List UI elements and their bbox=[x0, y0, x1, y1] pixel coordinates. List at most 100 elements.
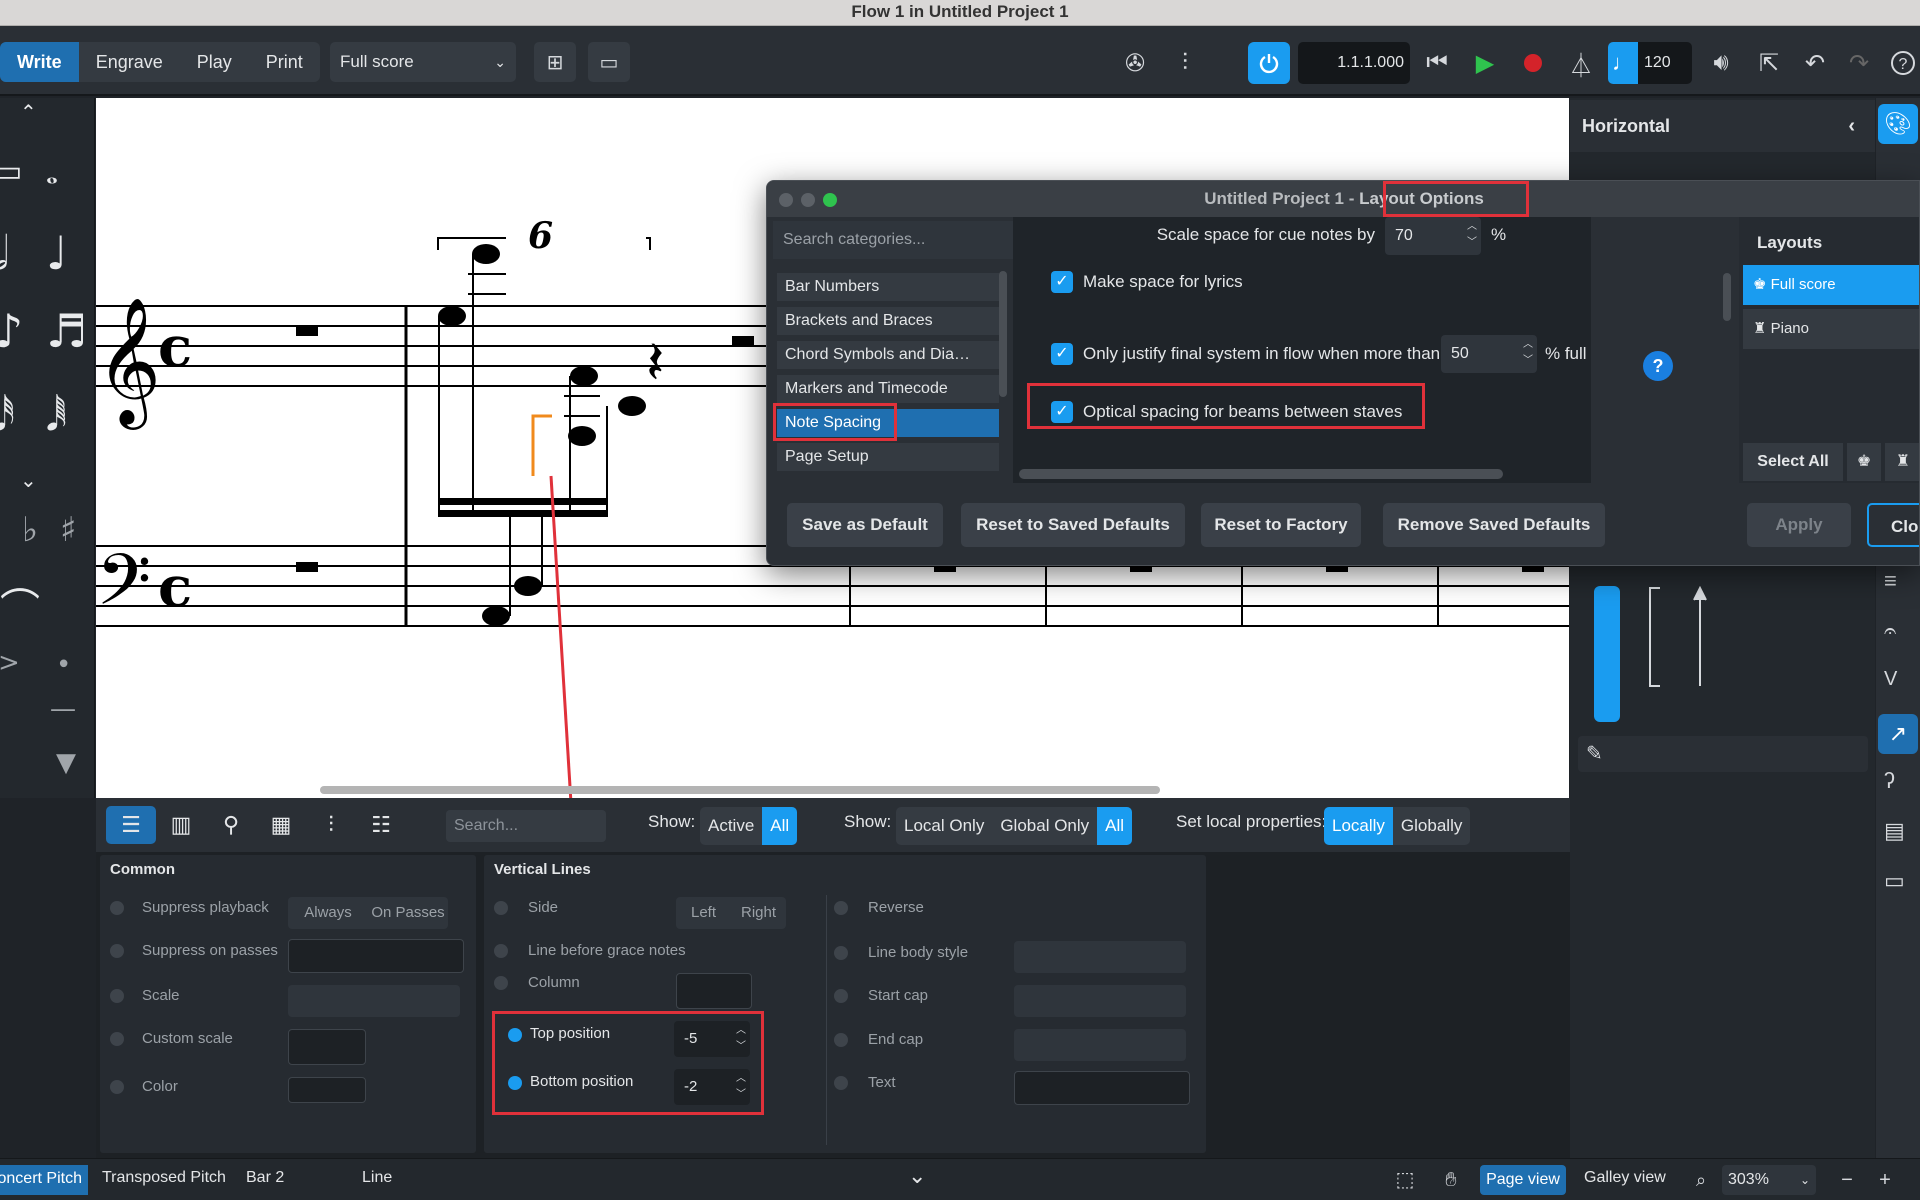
list-icon[interactable]: ☰ bbox=[106, 806, 156, 844]
speaker-icon[interactable]: 🔊︎ bbox=[1704, 46, 1738, 80]
end-cap-field[interactable] bbox=[1014, 1029, 1186, 1061]
sixtyfourth-note-icon[interactable]: 𝅘𝅥𝅱 bbox=[46, 394, 67, 440]
line-body-style-field[interactable] bbox=[1014, 941, 1186, 973]
apply-button[interactable]: Apply bbox=[1747, 503, 1851, 547]
thirtysecond-note-icon[interactable]: 𝅘𝅥𝅰 bbox=[0, 394, 15, 440]
galley-view-button[interactable]: Galley view bbox=[1584, 1169, 1666, 1187]
new-layout-icon[interactable]: ⊞ bbox=[534, 42, 576, 82]
custom-scale-field[interactable] bbox=[288, 1029, 366, 1065]
breve-icon[interactable]: ▭ bbox=[0, 154, 22, 189]
toggle-column[interactable] bbox=[494, 976, 508, 990]
half-note-icon[interactable]: 𝅗𝅥 bbox=[0, 226, 9, 282]
flat-icon[interactable]: ♭ bbox=[22, 510, 38, 550]
metronome-icon[interactable]: ⏃ bbox=[1564, 46, 1598, 80]
record-icon[interactable] bbox=[1516, 46, 1550, 80]
hand-tool-icon[interactable]: ✋︎ bbox=[1434, 1165, 1468, 1195]
sixteenth-note-icon[interactable]: ♬ bbox=[46, 304, 87, 358]
list-icon[interactable]: ≡ bbox=[1884, 568, 1897, 594]
grid-icon[interactable]: ▦ bbox=[256, 806, 306, 844]
text-field[interactable] bbox=[1014, 1071, 1190, 1105]
category-page-setup[interactable]: Page Setup bbox=[777, 443, 999, 471]
chevron-down-icon[interactable]: ⌄ bbox=[908, 1163, 926, 1189]
show-all[interactable]: All bbox=[762, 807, 798, 845]
cue-space-input[interactable]: 70 ︿ ﹀ bbox=[1385, 217, 1481, 255]
accent-icon[interactable]: > bbox=[0, 648, 20, 678]
line-tool-icon[interactable]: ↗ bbox=[1878, 714, 1918, 754]
toggle-line-body-style[interactable] bbox=[834, 946, 848, 960]
fermata-icon[interactable]: 𝄐 bbox=[1884, 618, 1896, 644]
selection-tool-icon[interactable]: ⬚ bbox=[1388, 1165, 1422, 1195]
zoom-in-button[interactable]: + bbox=[1868, 1165, 1902, 1195]
slur-icon[interactable]: ⌒ bbox=[0, 576, 40, 634]
passes-field[interactable] bbox=[288, 939, 464, 973]
layout-select[interactable]: Full score ⌄ bbox=[330, 42, 516, 82]
page-view-button[interactable]: Page view bbox=[1480, 1165, 1566, 1195]
vertical-slider[interactable] bbox=[1594, 586, 1620, 722]
layout-item-full-score[interactable]: ♚ Full score bbox=[1743, 265, 1919, 305]
rewind-icon[interactable]: ⏮ bbox=[1420, 46, 1454, 80]
justify-checkbox[interactable]: ✓ bbox=[1051, 343, 1073, 365]
show-all-scope[interactable]: All bbox=[1097, 807, 1133, 845]
category-bar-numbers[interactable]: Bar Numbers bbox=[777, 273, 999, 301]
justify-input[interactable]: 50 ︿ ﹀ bbox=[1441, 335, 1537, 373]
export-icon[interactable]: ⇱ bbox=[1752, 46, 1786, 80]
save-as-default-button[interactable]: Save as Default bbox=[787, 503, 943, 547]
palette-icon[interactable]: 🎨︎ bbox=[1878, 104, 1918, 144]
close-window-icon[interactable] bbox=[779, 193, 793, 207]
chevron-left-icon[interactable]: ‹ bbox=[1848, 100, 1855, 152]
category-scrollbar[interactable] bbox=[999, 271, 1007, 397]
tenuto-icon[interactable]: — bbox=[50, 694, 76, 724]
help-icon[interactable]: ? bbox=[1643, 351, 1673, 381]
sharp-icon[interactable]: ♯ bbox=[60, 510, 76, 550]
zoom-out-button[interactable]: − bbox=[1830, 1165, 1864, 1195]
remove-saved-defaults-button[interactable]: Remove Saved Defaults bbox=[1383, 503, 1605, 547]
guitar-icon[interactable]: ⚲ bbox=[206, 806, 256, 844]
key-editor-icon[interactable]: ☷ bbox=[356, 806, 406, 844]
category-markers[interactable]: Markers and Timecode bbox=[777, 375, 999, 403]
toggle-end-cap[interactable] bbox=[834, 1033, 848, 1047]
show-active[interactable]: Active bbox=[700, 807, 762, 845]
ear-icon[interactable]: ʔ bbox=[1884, 768, 1895, 794]
option-always[interactable]: Always bbox=[288, 897, 368, 929]
eighth-note-icon[interactable]: ♪ bbox=[0, 304, 23, 358]
column-field[interactable] bbox=[676, 973, 752, 1009]
maximize-window-icon[interactable] bbox=[823, 193, 837, 207]
toggle-text[interactable] bbox=[834, 1076, 848, 1090]
select-all-button[interactable]: Select All bbox=[1743, 443, 1843, 481]
lyrics-checkbox[interactable]: ✓ bbox=[1051, 271, 1073, 293]
category-search-input[interactable]: Search categories... bbox=[773, 221, 1013, 259]
staccatissimo-icon[interactable]: ▼ bbox=[56, 748, 76, 778]
redo-icon[interactable]: ↷ bbox=[1842, 46, 1876, 80]
set-globally[interactable]: Globally bbox=[1393, 807, 1470, 845]
zoom-select[interactable]: 303% ⌄ bbox=[1722, 1165, 1816, 1195]
properties-search-input[interactable]: Search... bbox=[446, 810, 606, 842]
bowing-icon[interactable]: V bbox=[1884, 668, 1897, 691]
select-parts-icon[interactable]: ♜ bbox=[1885, 443, 1919, 481]
layout-item-piano[interactable]: ♜ Piano bbox=[1743, 309, 1919, 349]
show-local-only[interactable]: Local Only bbox=[896, 807, 992, 845]
set-locally[interactable]: Locally bbox=[1324, 807, 1393, 845]
power-icon[interactable] bbox=[1248, 42, 1290, 84]
play-icon[interactable]: ▶ bbox=[1468, 46, 1502, 80]
toggle-custom-scale[interactable] bbox=[110, 1032, 124, 1046]
category-chord-symbols[interactable]: Chord Symbols and Dia… bbox=[777, 341, 999, 369]
select-scores-icon[interactable]: ♚ bbox=[1847, 443, 1881, 481]
video-reel-icon[interactable]: ✇ bbox=[1118, 46, 1152, 80]
zoom-icon[interactable]: ⌕ bbox=[1684, 1165, 1718, 1195]
toggle-suppress-on-passes[interactable] bbox=[110, 944, 124, 958]
tab-play[interactable]: Play bbox=[180, 42, 249, 82]
mixer-icon[interactable]: ⫶ bbox=[1168, 46, 1202, 80]
reset-saved-defaults-button[interactable]: Reset to Saved Defaults bbox=[961, 503, 1185, 547]
tab-engrave[interactable]: Engrave bbox=[79, 42, 180, 82]
layouts-scrollbar[interactable] bbox=[1723, 281, 1731, 321]
scale-field[interactable] bbox=[288, 985, 460, 1017]
toggle-scale[interactable] bbox=[110, 989, 124, 1003]
category-brackets[interactable]: Brackets and Braces bbox=[777, 307, 999, 335]
quarter-note-icon[interactable]: ♩ bbox=[46, 226, 68, 280]
start-cap-field[interactable] bbox=[1014, 985, 1186, 1017]
help-icon[interactable]: ? bbox=[1886, 46, 1920, 80]
tempo-display[interactable]: ♩ 120 bbox=[1608, 42, 1692, 84]
tab-write[interactable]: Write bbox=[0, 42, 79, 82]
mixer-icon[interactable]: ⫶ bbox=[306, 806, 356, 844]
stepper-icon[interactable]: ︿ ﹀ bbox=[1523, 337, 1533, 369]
